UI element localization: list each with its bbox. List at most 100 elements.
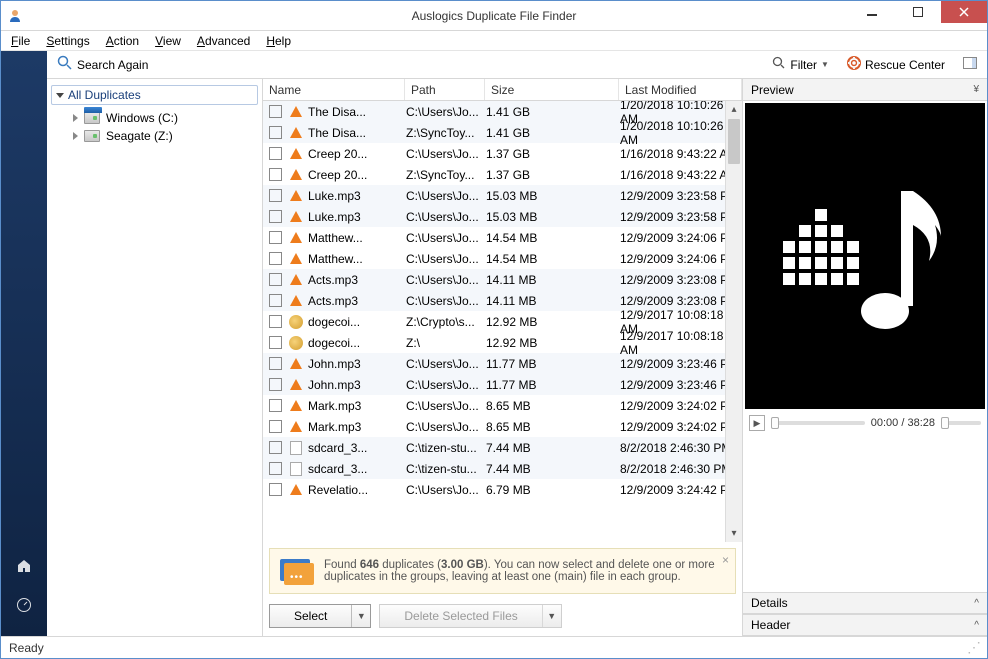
row-checkbox[interactable] xyxy=(269,273,282,286)
select-button[interactable]: Select ▼ xyxy=(269,604,371,628)
column-date[interactable]: Last Modified xyxy=(619,79,742,100)
infobar-close-button[interactable]: × xyxy=(722,553,729,567)
table-row[interactable]: Creep 20...Z:\SyncToy...1.37 GB1/16/2018… xyxy=(263,164,742,185)
gauge-icon[interactable] xyxy=(16,597,32,618)
filter-button[interactable]: Filter ▼ xyxy=(768,54,833,75)
file-type-icon xyxy=(288,482,304,498)
cell-size: 11.77 MB xyxy=(486,378,620,392)
menu-view[interactable]: View xyxy=(147,32,189,50)
row-checkbox[interactable] xyxy=(269,105,282,118)
cell-name: Mark.mp3 xyxy=(308,399,406,413)
file-type-icon xyxy=(288,104,304,120)
menu-action[interactable]: Action xyxy=(98,32,147,50)
row-checkbox[interactable] xyxy=(269,462,282,475)
menu-advanced[interactable]: Advanced xyxy=(189,32,258,50)
table-row[interactable]: dogecoi...Z:\12.92 MB12/9/2017 10:08:18 … xyxy=(263,332,742,353)
file-type-icon xyxy=(288,251,304,267)
lifebuoy-icon xyxy=(847,56,861,73)
drive-icon xyxy=(84,112,100,124)
file-type-icon xyxy=(288,230,304,246)
row-checkbox[interactable] xyxy=(269,315,282,328)
delete-dropdown[interactable]: ▼ xyxy=(543,605,561,627)
row-checkbox[interactable] xyxy=(269,441,282,454)
row-checkbox[interactable] xyxy=(269,231,282,244)
row-checkbox[interactable] xyxy=(269,189,282,202)
cell-name: dogecoi... xyxy=(308,336,406,350)
table-row[interactable]: Creep 20...C:\Users\Jo...1.37 GB1/16/201… xyxy=(263,143,742,164)
table-row[interactable]: sdcard_3...C:\tizen-stu...7.44 MB8/2/201… xyxy=(263,458,742,479)
row-checkbox[interactable] xyxy=(269,294,282,307)
table-row[interactable]: The Disa...Z:\SyncToy...1.41 GB1/20/2018… xyxy=(263,122,742,143)
maximize-button[interactable] xyxy=(895,1,941,23)
tree-item-seagate-z[interactable]: Seagate (Z:) xyxy=(51,127,258,145)
tree-root-item[interactable]: All Duplicates xyxy=(51,85,258,105)
cell-size: 7.44 MB xyxy=(486,441,620,455)
table-row[interactable]: Luke.mp3C:\Users\Jo...15.03 MB12/9/2009 … xyxy=(263,206,742,227)
row-checkbox[interactable] xyxy=(269,252,282,265)
cell-size: 14.11 MB xyxy=(486,273,620,287)
cell-date: 8/2/2018 2:46:30 PM xyxy=(620,462,742,476)
column-path[interactable]: Path xyxy=(405,79,485,100)
volume-slider[interactable] xyxy=(941,421,981,425)
music-note-icon xyxy=(775,171,955,341)
panel-toggle-button[interactable] xyxy=(959,55,981,74)
menu-file[interactable]: File xyxy=(3,32,38,50)
row-checkbox[interactable] xyxy=(269,126,282,139)
row-checkbox[interactable] xyxy=(269,210,282,223)
table-row[interactable]: Matthew...C:\Users\Jo...14.54 MB12/9/200… xyxy=(263,227,742,248)
info-bar: × Found 646 duplicates (3.00 GB). You ca… xyxy=(269,548,736,594)
row-checkbox[interactable] xyxy=(269,168,282,181)
row-checkbox[interactable] xyxy=(269,378,282,391)
table-row[interactable]: Matthew...C:\Users\Jo...14.54 MB12/9/200… xyxy=(263,248,742,269)
close-button[interactable] xyxy=(941,1,987,23)
file-list-pane: Name Path Size Last Modified The Disa...… xyxy=(263,79,743,636)
rescue-center-button[interactable]: Rescue Center xyxy=(843,54,949,75)
scroll-thumb[interactable] xyxy=(728,119,740,164)
row-checkbox[interactable] xyxy=(269,357,282,370)
menu-help[interactable]: Help xyxy=(258,32,299,50)
search-again-button[interactable]: Search Again xyxy=(53,53,152,76)
cell-path: C:\Users\Jo... xyxy=(406,147,486,161)
details-title: Details xyxy=(751,596,788,610)
cell-size: 8.65 MB xyxy=(486,420,620,434)
table-row[interactable]: Mark.mp3C:\Users\Jo...8.65 MB12/9/2009 3… xyxy=(263,395,742,416)
row-checkbox[interactable] xyxy=(269,399,282,412)
table-row[interactable]: Revelatio...C:\Users\Jo...6.79 MB12/9/20… xyxy=(263,479,742,500)
table-row[interactable]: Acts.mp3C:\Users\Jo...14.11 MB12/9/2009 … xyxy=(263,269,742,290)
home-icon[interactable] xyxy=(16,558,32,579)
vertical-scrollbar[interactable]: ▴ ▾ xyxy=(725,101,742,542)
seek-slider[interactable] xyxy=(771,421,865,425)
table-row[interactable]: John.mp3C:\Users\Jo...11.77 MB12/9/2009 … xyxy=(263,374,742,395)
table-row[interactable]: Luke.mp3C:\Users\Jo...15.03 MB12/9/2009 … xyxy=(263,185,742,206)
column-name[interactable]: Name xyxy=(263,79,405,100)
row-checkbox[interactable] xyxy=(269,147,282,160)
play-button[interactable]: ▶ xyxy=(749,415,765,431)
scroll-down-arrow[interactable]: ▾ xyxy=(726,525,742,542)
details-header[interactable]: Details ^ xyxy=(743,592,987,614)
minimize-button[interactable] xyxy=(849,1,895,23)
row-checkbox[interactable] xyxy=(269,483,282,496)
cell-name: Luke.mp3 xyxy=(308,189,406,203)
scroll-up-arrow[interactable]: ▴ xyxy=(726,101,742,118)
cell-path: C:\Users\Jo... xyxy=(406,231,486,245)
list-header: Name Path Size Last Modified xyxy=(263,79,742,101)
menu-settings[interactable]: Settings xyxy=(38,32,97,50)
cell-size: 14.54 MB xyxy=(486,231,620,245)
panel-icon xyxy=(963,57,977,72)
center-pane: Search Again Filter ▼ Rescue Center xyxy=(47,51,987,636)
table-row[interactable]: sdcard_3...C:\tizen-stu...7.44 MB8/2/201… xyxy=(263,437,742,458)
delete-selected-button[interactable]: Delete Selected Files ▼ xyxy=(379,604,561,628)
resize-grip[interactable]: ⋰ xyxy=(967,639,979,656)
status-bar: Ready ⋰ xyxy=(1,636,987,658)
header-section-header[interactable]: Header ^ xyxy=(743,614,987,636)
table-row[interactable]: Mark.mp3C:\Users\Jo...8.65 MB12/9/2009 3… xyxy=(263,416,742,437)
tree-item-windows-c[interactable]: Windows (C:) xyxy=(51,109,258,127)
row-checkbox[interactable] xyxy=(269,336,282,349)
file-type-icon xyxy=(288,356,304,372)
preview-header[interactable]: Preview ¥ xyxy=(743,79,987,101)
select-dropdown[interactable]: ▼ xyxy=(352,605,370,627)
row-checkbox[interactable] xyxy=(269,420,282,433)
column-size[interactable]: Size xyxy=(485,79,619,100)
table-row[interactable]: John.mp3C:\Users\Jo...11.77 MB12/9/2009 … xyxy=(263,353,742,374)
bottom-button-bar: Select ▼ Delete Selected Files ▼ xyxy=(263,600,742,636)
